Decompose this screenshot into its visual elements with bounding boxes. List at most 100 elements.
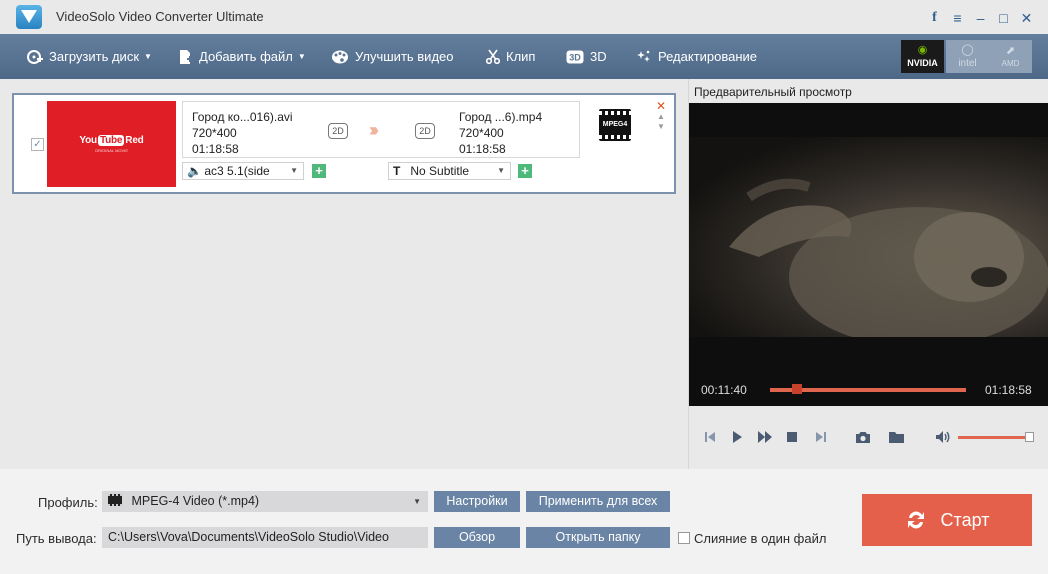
title-bar: VideoSolo Video Converter Ultimate f ≡ –… bbox=[0, 0, 1048, 34]
fast-forward-icon[interactable] bbox=[757, 429, 773, 445]
play-icon[interactable] bbox=[730, 429, 744, 445]
merge-checkbox[interactable] bbox=[678, 532, 690, 544]
close-button[interactable]: ✕ bbox=[1015, 8, 1038, 28]
mpeg4-format-icon[interactable]: MPEG4 bbox=[599, 109, 631, 141]
preview-panel: Предварительный просмотр 00:11:40 01:18:… bbox=[688, 79, 1048, 469]
clip-label: Клип bbox=[506, 49, 536, 64]
amd-accel-button[interactable]: ⬈ AMD bbox=[989, 40, 1032, 73]
3d-button[interactable]: 3D 3D bbox=[566, 34, 607, 79]
menu-icon[interactable]: ≡ bbox=[946, 8, 969, 28]
preview-title: Предварительный просмотр bbox=[694, 85, 852, 99]
chevron-down-icon: ▼ bbox=[297, 52, 306, 61]
format-icon-label: MPEG4 bbox=[602, 121, 628, 128]
merge-label: Слияние в один файл bbox=[694, 531, 827, 546]
camera-icon[interactable] bbox=[854, 429, 872, 445]
scissors-icon bbox=[486, 49, 500, 65]
maximize-button[interactable]: □ bbox=[992, 8, 1015, 28]
amd-arrow-icon: ⬈ bbox=[1005, 44, 1016, 57]
apply-to-all-button[interactable]: Применить для всех bbox=[526, 491, 670, 512]
load-disc-button[interactable]: Загрузить диск ▼ bbox=[27, 34, 152, 79]
file-plus-icon bbox=[179, 49, 193, 65]
main-toolbar: Загрузить диск ▼ Добавить файл ▼ Улучшит… bbox=[0, 34, 1048, 79]
volume-slider[interactable] bbox=[958, 436, 1025, 439]
audio-track-value: ac3 5.1(side bbox=[204, 164, 270, 178]
add-file-button[interactable]: Добавить файл ▼ bbox=[179, 34, 306, 79]
video-frame bbox=[689, 137, 1048, 337]
start-label: Старт bbox=[940, 509, 990, 530]
source-filename: Город ко...016).avi bbox=[192, 110, 293, 124]
target-resolution: 720*400 bbox=[459, 126, 504, 140]
volume-handle[interactable] bbox=[1024, 432, 1034, 442]
add-subtitle-button[interactable]: + bbox=[518, 164, 532, 178]
target-duration: 01:18:58 bbox=[459, 142, 506, 156]
video-player[interactable]: 00:11:40 01:18:58 bbox=[689, 103, 1048, 406]
open-folder-button[interactable]: Открыть папку bbox=[526, 527, 670, 548]
start-button[interactable]: Старт bbox=[862, 494, 1032, 546]
conversion-info: Город ко...016).avi 720*400 01:18:58 2D … bbox=[182, 101, 580, 158]
seek-handle[interactable] bbox=[792, 384, 803, 394]
intel-accel-button[interactable]: ◯ intel bbox=[946, 40, 989, 73]
nvidia-accel-button[interactable]: ◉ NVIDIA bbox=[901, 40, 944, 73]
load-disc-label: Загрузить диск bbox=[49, 49, 140, 64]
remove-file-icon[interactable]: ✕ bbox=[656, 99, 666, 113]
thumbnail-caption: ORIGINAL MOVIE bbox=[95, 148, 128, 153]
file-checkbox[interactable]: ✓ bbox=[31, 138, 44, 151]
profile-value: MPEG-4 Video (*.mp4) bbox=[131, 494, 260, 508]
video-thumbnail: You Tube Red ORIGINAL MOVIE bbox=[47, 101, 176, 187]
target-2d-badge[interactable]: 2D bbox=[415, 123, 435, 139]
add-file-label: Добавить файл bbox=[199, 49, 293, 64]
settings-button[interactable]: Настройки bbox=[434, 491, 520, 512]
file-list: ✓ You Tube Red ORIGINAL MOVIE Город ко...0… bbox=[0, 79, 688, 469]
profile-select[interactable]: MPEG-4 Video (*.mp4) ▼ bbox=[102, 491, 428, 512]
sparkle-icon bbox=[636, 49, 652, 65]
subtitle-select[interactable]: T No Subtitle ▼ bbox=[388, 162, 511, 180]
target-info: Город ...6).mp4 720*400 01:18:58 bbox=[459, 109, 542, 157]
skip-forward-icon[interactable] bbox=[814, 429, 828, 445]
convert-icon bbox=[905, 509, 927, 531]
file-row[interactable]: ✓ You Tube Red ORIGINAL MOVIE Город ко...0… bbox=[12, 93, 676, 194]
disc-plus-icon bbox=[27, 49, 43, 65]
target-filename[interactable]: Город ...6).mp4 bbox=[459, 109, 542, 125]
enhance-video-label: Улучшить видео bbox=[355, 49, 454, 64]
output-path-field[interactable]: C:\Users\Vova\Documents\VideoSolo Studio… bbox=[102, 527, 428, 548]
stop-icon[interactable] bbox=[786, 429, 798, 445]
volume-icon[interactable] bbox=[934, 429, 952, 445]
app-title: VideoSolo Video Converter Ultimate bbox=[56, 9, 264, 24]
app-logo-icon bbox=[16, 5, 42, 29]
edit-button[interactable]: Редактирование bbox=[636, 34, 757, 79]
source-resolution: 720*400 bbox=[192, 126, 237, 140]
playback-controls bbox=[689, 417, 1048, 457]
amd-label: AMD bbox=[1001, 58, 1020, 68]
clip-button[interactable]: Клип bbox=[486, 34, 535, 79]
3d-label: 3D bbox=[590, 49, 607, 64]
svg-text:3D: 3D bbox=[569, 52, 581, 62]
output-settings-bar: Профиль: MPEG-4 Video (*.mp4) ▼ Настройк… bbox=[0, 469, 1048, 574]
skip-back-icon[interactable] bbox=[703, 429, 717, 445]
current-time: 00:11:40 bbox=[701, 383, 747, 397]
move-up-icon[interactable]: ▲ bbox=[657, 112, 665, 121]
text-icon: T bbox=[393, 164, 401, 178]
add-audio-button[interactable]: + bbox=[312, 164, 326, 178]
nvidia-eye-icon: ◉ bbox=[917, 44, 928, 56]
source-info: Город ко...016).avi 720*400 01:18:58 bbox=[192, 109, 293, 157]
source-duration: 01:18:58 bbox=[192, 142, 239, 156]
palette-icon bbox=[331, 49, 349, 65]
folder-icon[interactable] bbox=[887, 429, 907, 445]
total-time: 01:18:58 bbox=[985, 383, 1032, 397]
convert-arrows-icon: ››› bbox=[369, 120, 379, 140]
thumbnail-logo: You Tube Red bbox=[79, 135, 144, 146]
move-down-icon[interactable]: ▼ bbox=[657, 122, 665, 131]
edit-label: Редактирование bbox=[658, 49, 758, 64]
browse-button[interactable]: Обзор bbox=[434, 527, 520, 548]
3d-icon: 3D bbox=[566, 50, 584, 64]
profile-label: Профиль: bbox=[38, 495, 98, 510]
audio-track-select[interactable]: 🔈 ac3 5.1(side ▼ bbox=[182, 162, 304, 180]
output-path-label: Путь вывода: bbox=[16, 531, 97, 546]
enhance-video-button[interactable]: Улучшить видео bbox=[331, 34, 454, 79]
chevron-down-icon: ▼ bbox=[144, 52, 152, 61]
window-controls: f ≡ – □ ✕ bbox=[923, 8, 1038, 28]
speaker-icon: 🔈 bbox=[187, 164, 202, 178]
facebook-icon[interactable]: f bbox=[923, 8, 946, 28]
intel-ring-icon: ◯ bbox=[961, 43, 974, 56]
minimize-button[interactable]: – bbox=[969, 8, 992, 28]
